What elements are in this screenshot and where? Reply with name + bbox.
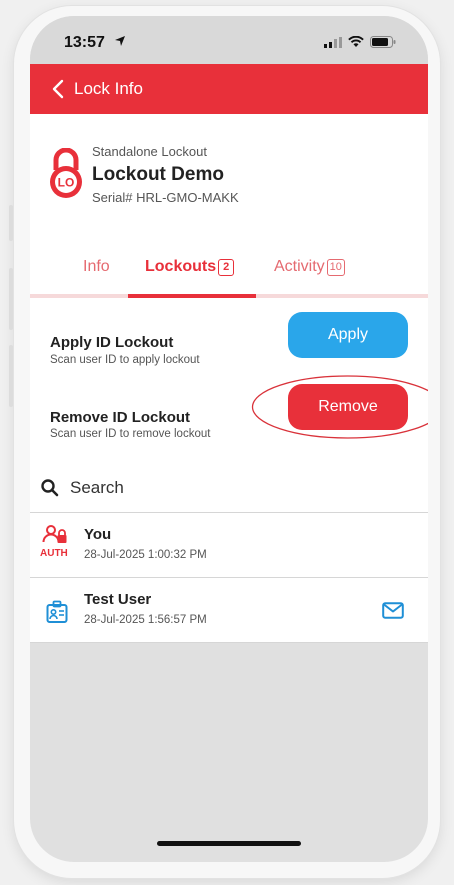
status-time: 13:57: [64, 34, 105, 51]
home-indicator[interactable]: [157, 841, 301, 846]
id-badge-icon: [46, 600, 68, 623]
apply-lockout-title: Apply ID Lockout: [50, 334, 174, 351]
signal-icon: [324, 36, 342, 48]
remove-lockout-title: Remove ID Lockout: [50, 409, 191, 426]
remove-lockout-subtitle: Scan user ID to remove lockout: [50, 428, 211, 440]
lock-name: Lockout Demo: [92, 164, 224, 185]
tab-info[interactable]: Info: [83, 258, 110, 276]
phone-screen: 13:57 Lock Info LO Standalone Lockout Lo…: [30, 16, 428, 862]
lock-serial: Serial# HRL-GMO-MAKK: [92, 190, 239, 205]
padlock-icon-text: LO: [58, 176, 75, 190]
back-chevron-icon[interactable]: [52, 79, 64, 99]
search-icon: [41, 479, 59, 497]
lockout-actions: Apply ID Lockout Scan user ID to apply l…: [30, 298, 428, 464]
list-item[interactable]: AUTH You 28-Jul-2025 1:00:32 PM: [30, 513, 428, 578]
volume-up-button: [9, 268, 13, 330]
apply-lockout-subtitle: Scan user ID to apply lockout: [50, 354, 200, 366]
volume-down-button: [9, 345, 13, 407]
tab-activity[interactable]: Activity 10: [274, 258, 345, 276]
lockout-date: 28-Jul-2025 1:00:32 PM: [84, 549, 207, 561]
location-arrow-icon: [115, 36, 125, 46]
lockout-user-name: Test User: [84, 591, 152, 608]
lock-type: Standalone Lockout: [92, 144, 207, 159]
tab-activity-count: 10: [326, 258, 345, 276]
tab-lockouts[interactable]: Lockouts 2: [145, 258, 235, 276]
tab-info-label: Info: [83, 258, 110, 275]
auth-badge: AUTH: [40, 548, 68, 559]
padlock-icon: LO: [50, 148, 82, 198]
highlight-ellipse: [251, 375, 428, 439]
mail-icon[interactable]: [382, 602, 404, 619]
tab-bar: Info Lockouts 2 Activity 10: [30, 242, 428, 298]
user-lock-icon: [42, 525, 67, 543]
tab-activity-label: Activity: [274, 258, 325, 275]
apply-button[interactable]: Apply: [288, 312, 408, 358]
lockout-user-name: You: [84, 526, 112, 543]
search-label: Search: [70, 478, 124, 497]
tab-lockouts-label: Lockouts: [145, 258, 217, 275]
status-bar: 13:57: [30, 16, 428, 64]
search-bar[interactable]: Search: [30, 464, 428, 513]
lock-card: LO Standalone Lockout Lockout Demo Seria…: [30, 114, 428, 298]
battery-icon: [370, 36, 396, 48]
app-header: Lock Info: [30, 64, 428, 114]
mute-switch: [9, 205, 13, 241]
header-title: Lock Info: [74, 79, 143, 98]
lockout-date: 28-Jul-2025 1:56:57 PM: [84, 614, 207, 626]
tab-lockouts-count: 2: [218, 258, 235, 276]
list-item[interactable]: Test User 28-Jul-2025 1:56:57 PM: [30, 578, 428, 643]
status-icons: [324, 36, 396, 48]
wifi-icon: [348, 36, 364, 47]
